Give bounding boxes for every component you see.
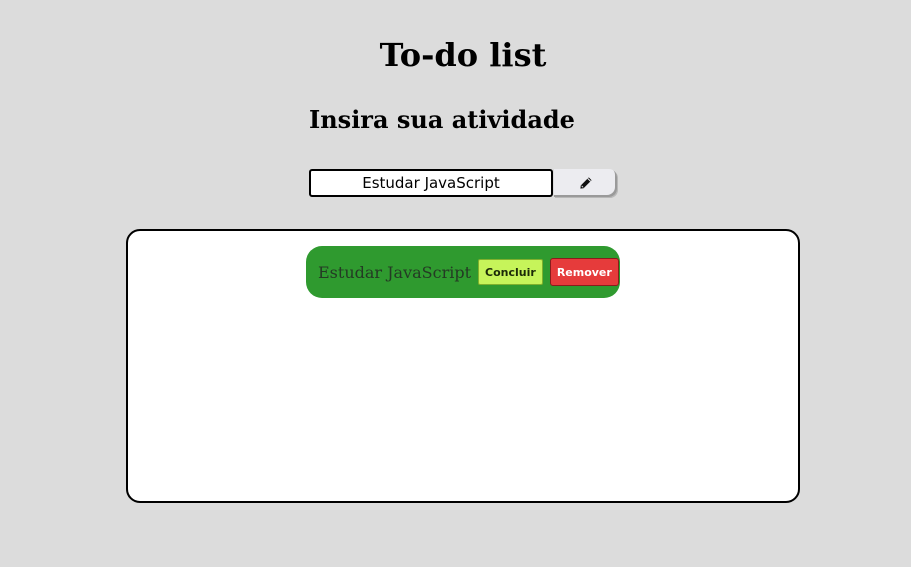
page-title: To-do list	[379, 36, 547, 74]
input-heading: Insira sua atividade	[309, 105, 575, 134]
conclude-button[interactable]: Concluir	[478, 259, 543, 285]
pencil-icon	[579, 177, 592, 189]
task-text: Estudar JavaScript	[318, 262, 472, 282]
add-task-button[interactable]	[554, 169, 617, 197]
task-item: Estudar JavaScript Concluir Remover	[306, 246, 620, 298]
task-input[interactable]	[309, 169, 553, 197]
remove-button[interactable]: Remover	[549, 258, 619, 286]
